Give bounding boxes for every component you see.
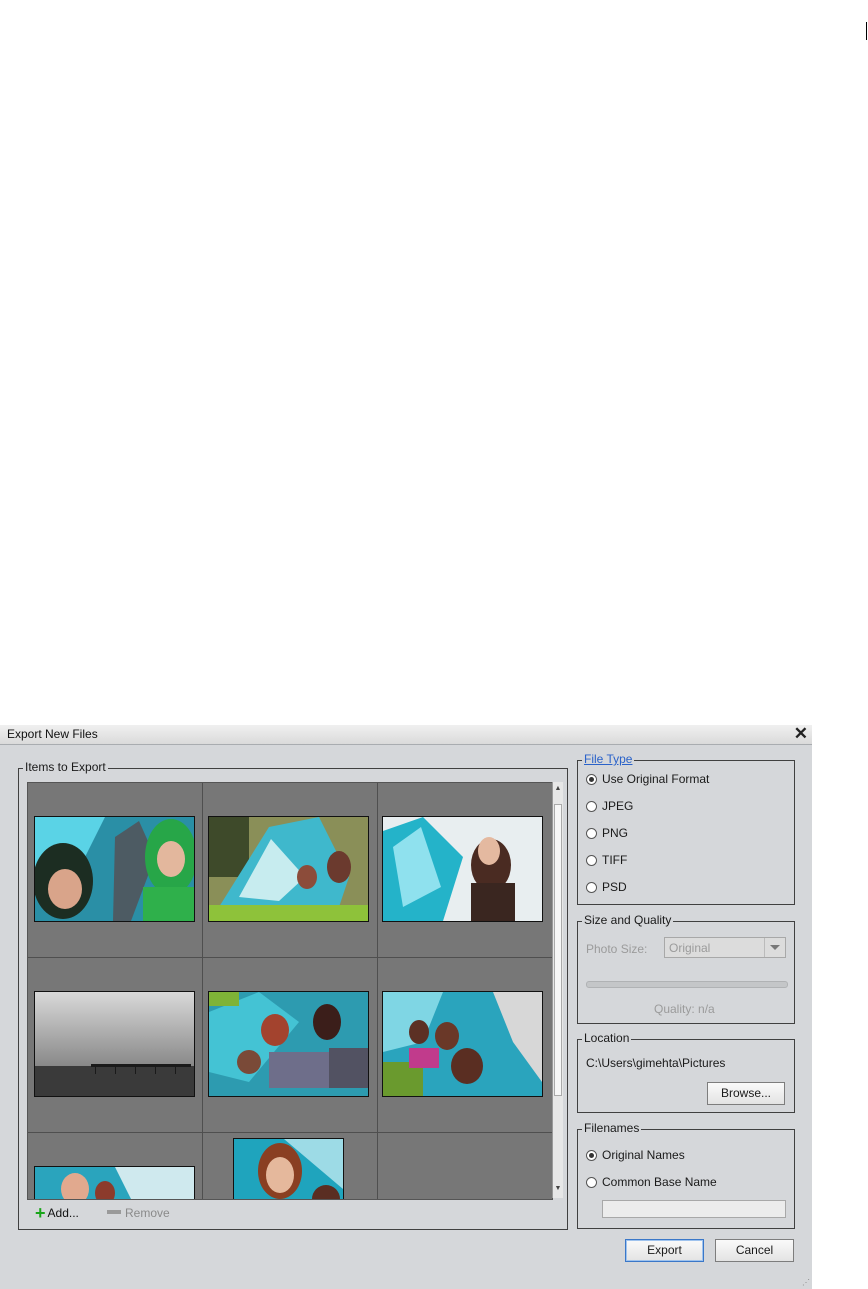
items-to-export-group: Items to Export ▲ ▼ + Add... Remove	[18, 760, 568, 1230]
thumbnail-grid[interactable]	[27, 782, 553, 1200]
thumbnail-1[interactable]	[34, 816, 195, 922]
thumbnail-6[interactable]	[382, 991, 543, 1097]
radio-psd[interactable]: PSD	[586, 880, 627, 894]
radio-use-original-format[interactable]: Use Original Format	[586, 772, 709, 786]
radio-original-names[interactable]: Original Names	[586, 1148, 685, 1162]
items-to-export-legend: Items to Export	[23, 760, 108, 774]
radio-button[interactable]	[586, 1177, 597, 1188]
base-name-input	[602, 1200, 786, 1218]
radio-label: Original Names	[602, 1148, 685, 1162]
file-type-group: File Type Use Original Format JPEG PNG T…	[577, 752, 795, 905]
thumbnail-2[interactable]	[208, 816, 369, 922]
radio-button[interactable]	[586, 882, 597, 893]
thumbnail-7[interactable]	[34, 1166, 195, 1199]
photo-size-value: Original	[669, 941, 711, 955]
location-path: C:\Users\gimehta\Pictures	[586, 1056, 726, 1070]
thumbnail-3[interactable]	[382, 816, 543, 922]
photo-size-select: Original	[664, 937, 786, 958]
radio-button[interactable]	[586, 801, 597, 812]
add-icon: +	[35, 1203, 46, 1223]
scroll-up-icon[interactable]: ▲	[553, 784, 563, 794]
add-label: Add...	[47, 1206, 79, 1220]
browse-button[interactable]: Browse...	[707, 1082, 785, 1105]
scroll-down-icon[interactable]: ▼	[553, 1184, 563, 1194]
thumbnail-5[interactable]	[208, 991, 369, 1097]
radio-jpeg[interactable]: JPEG	[586, 799, 633, 813]
add-button[interactable]: + Add...	[35, 1203, 79, 1223]
grid-scrollbar[interactable]: ▲ ▼	[552, 782, 563, 1198]
dropdown-arrow-icon	[764, 938, 785, 957]
remove-button[interactable]: Remove	[107, 1206, 170, 1220]
filenames-group: Filenames Original Names Common Base Nam…	[577, 1121, 795, 1229]
radio-label: PNG	[602, 826, 629, 840]
radio-tiff[interactable]: TIFF	[586, 853, 627, 867]
size-and-quality-legend: Size and Quality	[582, 913, 674, 927]
quality-slider	[586, 981, 788, 988]
filenames-legend: Filenames	[582, 1121, 642, 1135]
title-bar: Export New Files ✕	[0, 724, 812, 745]
page-edge-mark	[866, 22, 867, 40]
location-group: Location C:\Users\gimehta\Pictures Brows…	[577, 1031, 795, 1113]
dialog-title: Export New Files	[7, 727, 98, 741]
file-type-legend[interactable]: File Type	[582, 752, 635, 766]
radio-label: Use Original Format	[602, 772, 710, 786]
close-icon[interactable]: ✕	[794, 724, 808, 744]
radio-button[interactable]	[586, 828, 597, 839]
radio-common-base-name[interactable]: Common Base Name	[586, 1175, 717, 1189]
cancel-button[interactable]: Cancel	[715, 1239, 794, 1262]
radio-button[interactable]	[586, 855, 597, 866]
radio-png[interactable]: PNG	[586, 826, 628, 840]
photo-size-label: Photo Size:	[586, 942, 648, 956]
scroll-thumb[interactable]	[554, 804, 562, 1096]
thumbnail-8[interactable]	[233, 1138, 344, 1199]
remove-label: Remove	[125, 1206, 170, 1220]
size-and-quality-group: Size and Quality Photo Size: Original Qu…	[577, 913, 795, 1024]
thumbnail-4[interactable]	[34, 991, 195, 1097]
location-legend: Location	[582, 1031, 632, 1045]
radio-label: TIFF	[602, 853, 628, 867]
radio-button-checked[interactable]	[586, 1150, 597, 1161]
radio-label: JPEG	[602, 799, 634, 813]
quality-label: Quality: n/a	[654, 1002, 715, 1016]
export-new-files-dialog: Export New Files ✕ Items to Export ▲ ▼ +…	[0, 724, 812, 1289]
remove-icon	[107, 1210, 121, 1214]
radio-label: PSD	[602, 880, 627, 894]
resize-grip-icon[interactable]: ⋰	[802, 1278, 810, 1287]
radio-button-checked[interactable]	[586, 774, 597, 785]
export-button[interactable]: Export	[625, 1239, 704, 1262]
radio-label: Common Base Name	[602, 1175, 717, 1189]
